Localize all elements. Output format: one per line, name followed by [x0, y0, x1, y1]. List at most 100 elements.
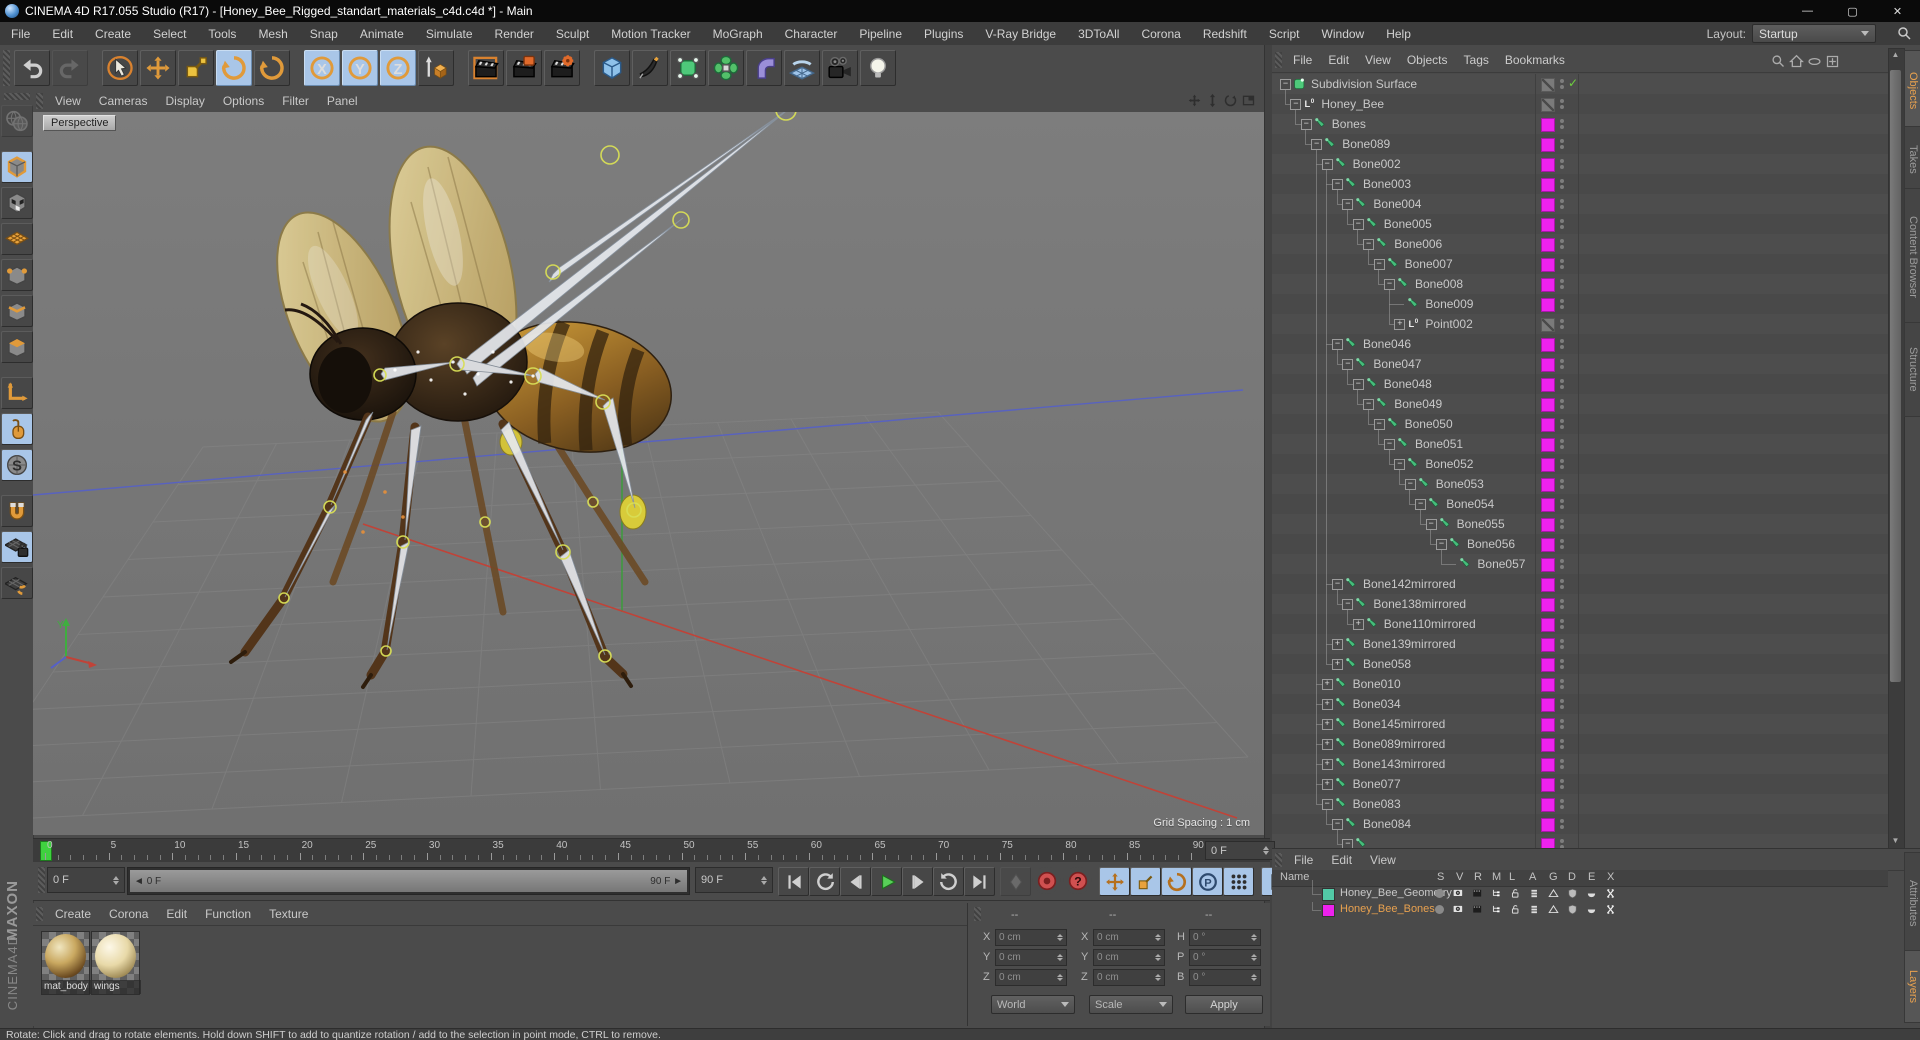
object-name[interactable]: Bone089 — [1342, 137, 1390, 151]
collapse-toggle[interactable]: − — [1342, 359, 1354, 370]
material-menu-texture[interactable]: Texture — [260, 904, 317, 924]
object-name[interactable]: Bones — [1332, 117, 1366, 131]
object-name[interactable]: Bone053 — [1436, 477, 1484, 491]
menu-help[interactable]: Help — [1375, 24, 1422, 44]
expand-toggle[interactable]: + — [1321, 779, 1333, 790]
drag-handle[interactable] — [36, 93, 43, 109]
enable-toggles[interactable] — [1560, 798, 1564, 811]
drag-handle[interactable] — [1275, 52, 1282, 68]
expand-toggle[interactable]: + — [1321, 739, 1333, 750]
menu-simulate[interactable]: Simulate — [415, 24, 484, 44]
scale-dropdown[interactable]: Scale — [1089, 995, 1173, 1014]
material-menu-edit[interactable]: Edit — [157, 904, 196, 924]
layer-color-swatch[interactable] — [1541, 838, 1555, 848]
layer-color-swatch[interactable] — [1541, 398, 1555, 412]
viewport-menu-cameras[interactable]: Cameras — [90, 91, 157, 111]
play-backwards-button[interactable] — [809, 867, 840, 896]
expand-toggle[interactable]: + — [1321, 679, 1333, 690]
live-selection-button[interactable] — [102, 49, 138, 86]
om-menu-tags[interactable]: Tags — [1456, 50, 1497, 70]
collapse-toggle[interactable]: − — [1363, 399, 1375, 410]
node-toggle-icon[interactable] — [1491, 904, 1503, 916]
enable-toggles[interactable] — [1560, 418, 1564, 431]
tree-row[interactable]: + Bone058 — [1272, 654, 1888, 674]
expand-toggle[interactable]: + — [1394, 319, 1406, 330]
enable-toggles[interactable] — [1560, 838, 1564, 848]
material-menu-create[interactable]: Create — [46, 904, 100, 924]
object-name[interactable]: Bone110mirrored — [1384, 617, 1476, 631]
tree-row[interactable]: Bone009 — [1272, 294, 1888, 314]
scale-tool-button[interactable] — [178, 49, 214, 86]
coord-field-x[interactable]: 0 cm — [995, 929, 1067, 946]
deformers-button[interactable] — [746, 49, 782, 86]
enable-snap-button[interactable]: S — [0, 449, 33, 481]
node-toggle-icon[interactable] — [1491, 888, 1503, 900]
tree-row[interactable]: + Bone139mirrored — [1272, 634, 1888, 654]
light-object-button[interactable] — [860, 49, 896, 86]
layer-color-swatch[interactable] — [1541, 658, 1555, 672]
layer-color-swatch[interactable] — [1541, 98, 1555, 112]
enable-toggles[interactable] — [1560, 118, 1564, 131]
expand-toggle[interactable]: + — [1321, 719, 1333, 730]
collapse-toggle[interactable]: − — [1332, 179, 1343, 190]
enable-toggles[interactable] — [1560, 158, 1564, 171]
maximize-button[interactable]: ▢ — [1830, 0, 1875, 22]
object-name[interactable]: Bone005 — [1384, 217, 1432, 231]
render-view-button[interactable] — [468, 49, 504, 86]
object-name[interactable]: Bone009 — [1425, 297, 1473, 311]
key-parameter-toggle[interactable]: P — [1192, 867, 1223, 896]
layer-row[interactable]: Honey_Bee_Bones — [1272, 902, 1888, 918]
collapse-toggle[interactable]: − — [1300, 119, 1312, 130]
layer-color-swatch[interactable] — [1541, 358, 1555, 372]
frame-spinner-start[interactable]: 0 F — [47, 867, 125, 893]
collapse-toggle[interactable]: − — [1425, 519, 1437, 530]
material-thumbnail[interactable]: mat_body — [41, 931, 91, 995]
layer-color-swatch[interactable] — [1541, 158, 1555, 172]
menu-snap[interactable]: Snap — [299, 24, 349, 44]
viewport-solo-button[interactable] — [0, 413, 33, 445]
collapse-toggle[interactable]: − — [1332, 579, 1343, 590]
object-name[interactable]: Bone034 — [1353, 697, 1401, 711]
object-name[interactable]: Bone142mirrored — [1363, 577, 1456, 591]
enable-toggles[interactable] — [1560, 78, 1564, 91]
menu-script[interactable]: Script — [1258, 24, 1311, 44]
next-frame-button[interactable] — [902, 867, 933, 896]
layer-color-swatch[interactable] — [1541, 678, 1555, 692]
tree-row[interactable]: − Bones — [1272, 114, 1888, 134]
search-icon[interactable] — [1770, 53, 1786, 69]
collapse-toggle[interactable]: − — [1404, 479, 1416, 490]
tree-row[interactable]: − Bone054 — [1272, 494, 1888, 514]
key-rotation-toggle[interactable] — [1161, 867, 1192, 896]
material-thumbnail[interactable]: wings — [91, 931, 141, 995]
om-menu-file[interactable]: File — [1285, 50, 1320, 70]
x-toggle-icon[interactable] — [1605, 888, 1617, 900]
drag-handle[interactable] — [974, 907, 981, 921]
object-name[interactable]: Bone006 — [1394, 237, 1442, 251]
object-name[interactable]: Bone139mirrored — [1363, 637, 1456, 651]
last-tool-button[interactable] — [254, 49, 290, 86]
render-settings-button[interactable] — [544, 49, 580, 86]
enable-toggles[interactable] — [1560, 138, 1564, 151]
layout-dropdown[interactable]: Startup — [1752, 24, 1876, 43]
object-name[interactable]: Bone008 — [1415, 277, 1463, 291]
drag-handle[interactable] — [1275, 852, 1282, 867]
play-loop-button[interactable] — [933, 867, 964, 896]
layer-color-swatch[interactable] — [1541, 578, 1555, 592]
menu-file[interactable]: File — [0, 24, 41, 44]
object-name[interactable]: Bone048 — [1384, 377, 1432, 391]
tree-row[interactable]: − Bone048 — [1272, 374, 1888, 394]
zoom-view-icon[interactable] — [1204, 92, 1220, 108]
add-panel-icon[interactable] — [1824, 53, 1840, 69]
coord-field-z[interactable]: 0 cm — [1093, 969, 1165, 986]
collapse-toggle[interactable]: − — [1384, 439, 1395, 450]
layer-color-swatch[interactable] — [1541, 218, 1555, 232]
enable-toggles[interactable] — [1560, 178, 1564, 191]
tree-row[interactable]: − Bone051 — [1272, 434, 1888, 454]
tree-row[interactable]: + Bone143mirrored — [1272, 754, 1888, 774]
tree-row[interactable]: + Bone110mirrored — [1272, 614, 1888, 634]
tree-row[interactable]: − Bone004 — [1272, 194, 1888, 214]
enable-toggles[interactable] — [1560, 378, 1564, 391]
object-name[interactable]: Bone055 — [1457, 517, 1505, 531]
enable-axis-modification-button[interactable] — [0, 377, 33, 409]
layer-color-swatch[interactable] — [1541, 718, 1555, 732]
